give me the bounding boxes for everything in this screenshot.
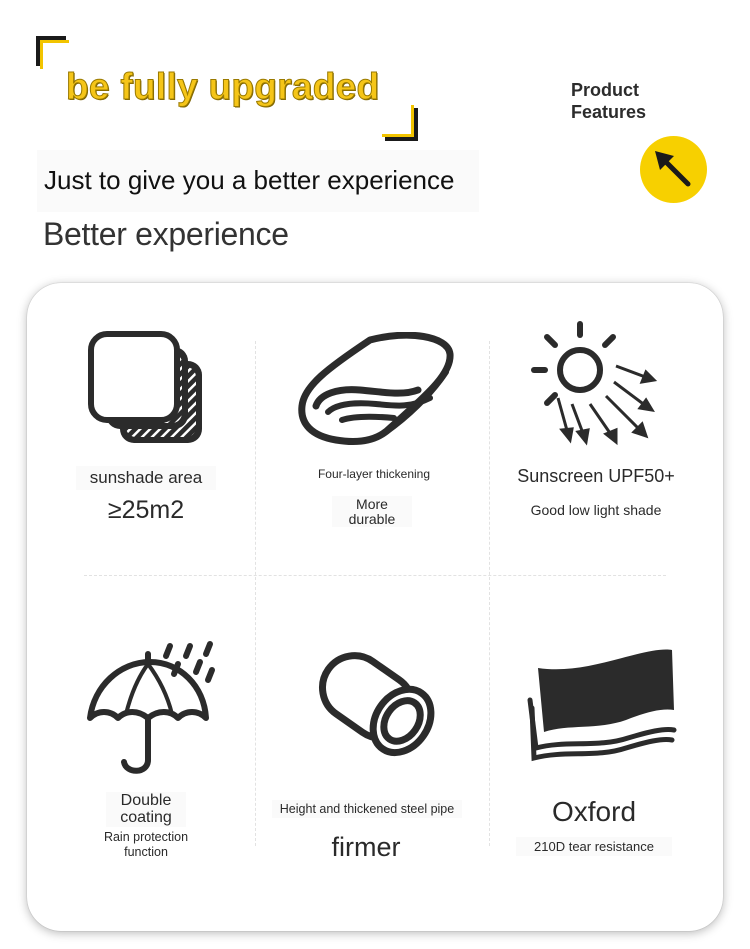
product-features-line2: Features xyxy=(571,102,647,122)
product-features-badge xyxy=(640,136,707,203)
sun-icon xyxy=(531,321,658,446)
column-divider-2 xyxy=(489,341,490,846)
bracket-bottom-right xyxy=(382,105,418,141)
feature-3-title: Sunscreen UPF50+ xyxy=(517,466,675,486)
feature-6-value: 210D tear resistance xyxy=(516,837,672,856)
column-divider-1 xyxy=(255,341,256,846)
product-features-line1: Product xyxy=(571,80,640,100)
feature-2-title: Four-layer thickening xyxy=(317,467,431,481)
feature-6-title: Oxford xyxy=(551,796,637,827)
tagline: Better experience xyxy=(43,216,289,252)
pipe-icon xyxy=(319,652,435,757)
layers-icon xyxy=(88,331,202,443)
feature-1-title: sunshade area xyxy=(76,466,216,490)
feature-2-value-line2: durable xyxy=(332,511,412,527)
feature-4-value-line2: function xyxy=(124,845,168,859)
feature-2-value-line1: More xyxy=(332,496,412,512)
feature-4-value-line1: Rain protection xyxy=(103,830,189,844)
subline: Just to give you a better experience xyxy=(37,150,479,212)
blanket-icon xyxy=(298,332,454,445)
headline: be fully upgraded xyxy=(65,66,380,108)
bracket-top-left xyxy=(36,36,69,69)
cursor-arrow-icon xyxy=(655,151,691,187)
feature-5-value: firmer xyxy=(331,832,401,862)
row-divider xyxy=(84,575,666,576)
fabric-icon xyxy=(527,649,677,762)
feature-4-title-line1: Double xyxy=(106,792,186,810)
umbrella-icon xyxy=(87,641,215,774)
product-features-label: Product Features xyxy=(571,79,681,123)
feature-4-title-line2: coating xyxy=(106,809,186,827)
feature-3-value: Good low light shade xyxy=(530,502,662,518)
feature-5-title: Height and thickened steel pipe xyxy=(272,800,462,818)
feature-1-value: ≥25m2 xyxy=(107,496,185,524)
